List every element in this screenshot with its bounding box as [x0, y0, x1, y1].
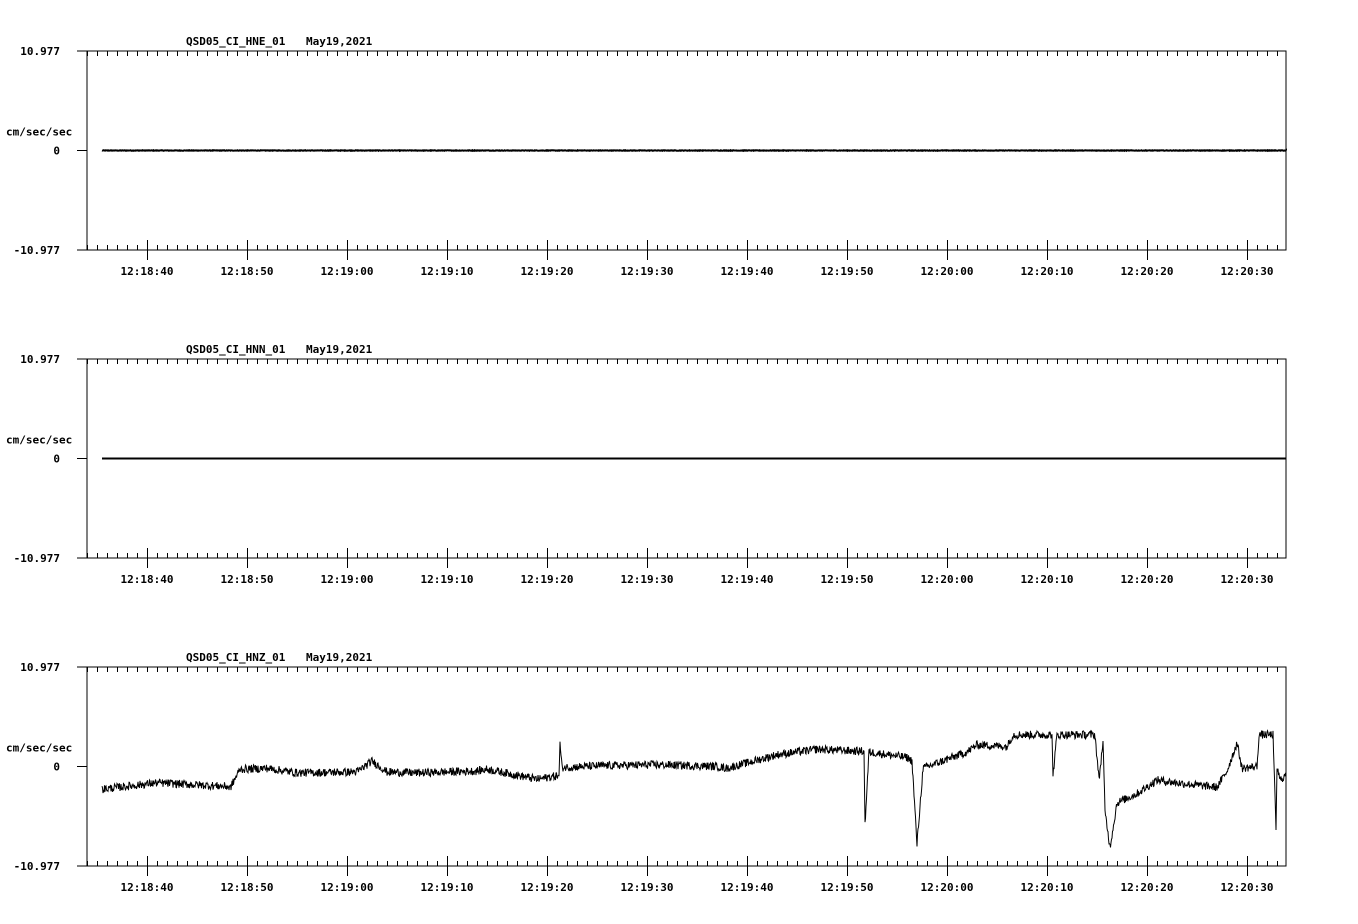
y-axis-label: cm/sec/sec	[6, 126, 72, 139]
y-tick-label-max: 10.977	[20, 661, 60, 674]
y-tick-label-min: -10.977	[14, 860, 60, 873]
x-tick-label: 12:19:00	[321, 881, 374, 894]
x-tick-label: 12:19:00	[321, 573, 374, 586]
x-tick-label: 12:19:20	[521, 881, 574, 894]
seismogram-figure: 10.977 0 -10.977 cm/sec/sec QSD05_CI_HNE_01 M…	[6, 35, 1287, 894]
x-tick-label: 12:19:30	[621, 573, 674, 586]
x-tick-label: 12:19:40	[721, 265, 774, 278]
x-tick-label: 12:20:00	[921, 573, 974, 586]
x-tick-label: 12:20:00	[921, 881, 974, 894]
y-tick-label-max: 10.977	[20, 45, 60, 58]
x-tick-label: 12:18:50	[221, 573, 274, 586]
x-tick-label: 12:18:40	[121, 265, 174, 278]
y-tick-label-min: -10.977	[14, 552, 60, 565]
panel-date: May19,2021	[306, 343, 373, 356]
x-tick-label: 12:19:20	[521, 265, 574, 278]
y-axis-label: cm/sec/sec	[6, 434, 72, 447]
panel-date: May19,2021	[306, 651, 373, 664]
x-tick-label: 12:20:00	[921, 265, 974, 278]
panel-qsd05_ci_hne_01: 10.977 0 -10.977 cm/sec/sec QSD05_CI_HNE_01 M…	[6, 35, 1287, 278]
x-tick-label: 12:20:10	[1021, 573, 1074, 586]
y-tick-label-zero: 0	[53, 453, 60, 466]
x-tick-label: 12:20:30	[1221, 265, 1274, 278]
x-tick-label: 12:19:20	[521, 573, 574, 586]
x-tick-label: 12:19:30	[621, 881, 674, 894]
x-tick-label: 12:20:10	[1021, 265, 1074, 278]
panel-title: QSD05_CI_HNZ_01	[186, 651, 286, 664]
panel-qsd05_ci_hnz_01: 10.977 0 -10.977 cm/sec/sec QSD05_CI_HNZ_01 M…	[6, 651, 1287, 894]
x-tick-label: 12:19:40	[721, 573, 774, 586]
panel-date: May19,2021	[306, 35, 373, 48]
x-tick-label: 12:20:20	[1121, 881, 1174, 894]
x-tick-label: 12:20:20	[1121, 265, 1174, 278]
x-tick-label: 12:19:10	[421, 881, 474, 894]
x-tick-label: 12:18:40	[121, 881, 174, 894]
x-tick-label: 12:20:30	[1221, 881, 1274, 894]
x-tick-label: 12:19:10	[421, 573, 474, 586]
panel-title: QSD05_CI_HNE_01	[186, 35, 286, 48]
x-tick-label: 12:19:00	[321, 265, 374, 278]
x-tick-label: 12:18:40	[121, 573, 174, 586]
x-tick-label: 12:19:50	[821, 881, 874, 894]
waveform-trace	[101, 148, 1287, 153]
x-tick-label: 12:20:30	[1221, 573, 1274, 586]
panel-qsd05_ci_hnn_01: 10.977 0 -10.977 cm/sec/sec QSD05_CI_HNN_01 M…	[6, 343, 1287, 586]
y-tick-label-zero: 0	[53, 761, 60, 774]
y-tick-label-min: -10.977	[14, 244, 60, 257]
x-tick-label: 12:18:50	[221, 881, 274, 894]
x-tick-label: 12:20:20	[1121, 573, 1174, 586]
waveform-trace	[101, 729, 1287, 848]
x-tick-label: 12:20:10	[1021, 881, 1074, 894]
x-tick-label: 12:19:50	[821, 573, 874, 586]
y-axis-label: cm/sec/sec	[6, 742, 72, 755]
panel-title: QSD05_CI_HNN_01	[186, 343, 286, 356]
x-tick-label: 12:19:50	[821, 265, 874, 278]
x-tick-label: 12:19:10	[421, 265, 474, 278]
y-tick-label-zero: 0	[53, 145, 60, 158]
x-tick-label: 12:18:50	[221, 265, 274, 278]
x-tick-label: 12:19:40	[721, 881, 774, 894]
x-tick-label: 12:19:30	[621, 265, 674, 278]
y-tick-label-max: 10.977	[20, 353, 60, 366]
